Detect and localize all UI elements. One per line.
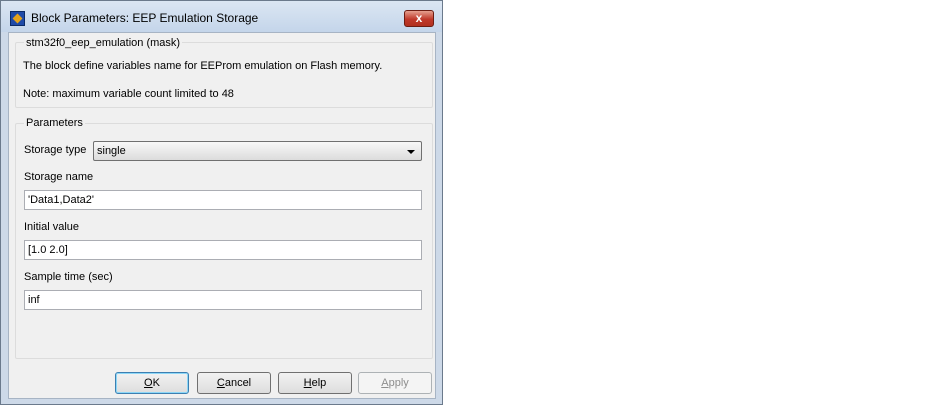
dropdown-arrow-icon: [407, 150, 415, 154]
description-text: The block define variables name for EEPr…: [23, 60, 383, 72]
sample-time-field[interactable]: inf: [24, 290, 422, 310]
cancel-label: ancel: [224, 377, 252, 389]
description-group: stm32f0_eep_emulation (mask) The block d…: [15, 37, 433, 108]
initial-value-field[interactable]: [1.0 2.0]: [24, 240, 422, 260]
initial-value-label: Initial value: [24, 221, 80, 233]
close-icon: x: [415, 11, 423, 25]
description-note: Note: maximum variable count limited to …: [23, 88, 234, 100]
storage-name-label: Storage name: [24, 171, 94, 183]
storage-type-value: single: [97, 145, 126, 157]
help-label: elp: [311, 377, 327, 389]
parameters-heading: Parameters: [24, 117, 85, 129]
apply-mnemonic: A: [381, 377, 389, 389]
ok-mnemonic: O: [144, 377, 153, 389]
description-heading: stm32f0_eep_emulation (mask): [24, 37, 183, 49]
storage-type-label: Storage type: [24, 144, 87, 156]
cancel-mnemonic: C: [216, 377, 225, 389]
apply-button: Apply: [358, 372, 432, 394]
help-mnemonic: H: [303, 377, 312, 389]
cancel-button[interactable]: Cancel: [197, 372, 271, 394]
title-bar[interactable]: Block Parameters: EEP Emulation Storage …: [1, 1, 442, 32]
sample-time-label: Sample time (sec): [24, 271, 113, 283]
apply-label: pply: [388, 377, 409, 389]
window-title: Block Parameters: EEP Emulation Storage: [31, 11, 259, 25]
block-parameters-dialog: Block Parameters: EEP Emulation Storage …: [0, 0, 443, 405]
storage-name-field[interactable]: 'Data1,Data2': [24, 190, 422, 210]
storage-type-dropdown[interactable]: single: [93, 141, 422, 161]
help-button[interactable]: Help: [278, 372, 352, 394]
dialog-content: stm32f0_eep_emulation (mask) The block d…: [8, 32, 436, 399]
ok-label: K: [152, 377, 160, 389]
close-button[interactable]: x: [404, 10, 434, 27]
ok-button[interactable]: OK: [115, 372, 189, 394]
simulink-block-icon: [10, 11, 25, 26]
